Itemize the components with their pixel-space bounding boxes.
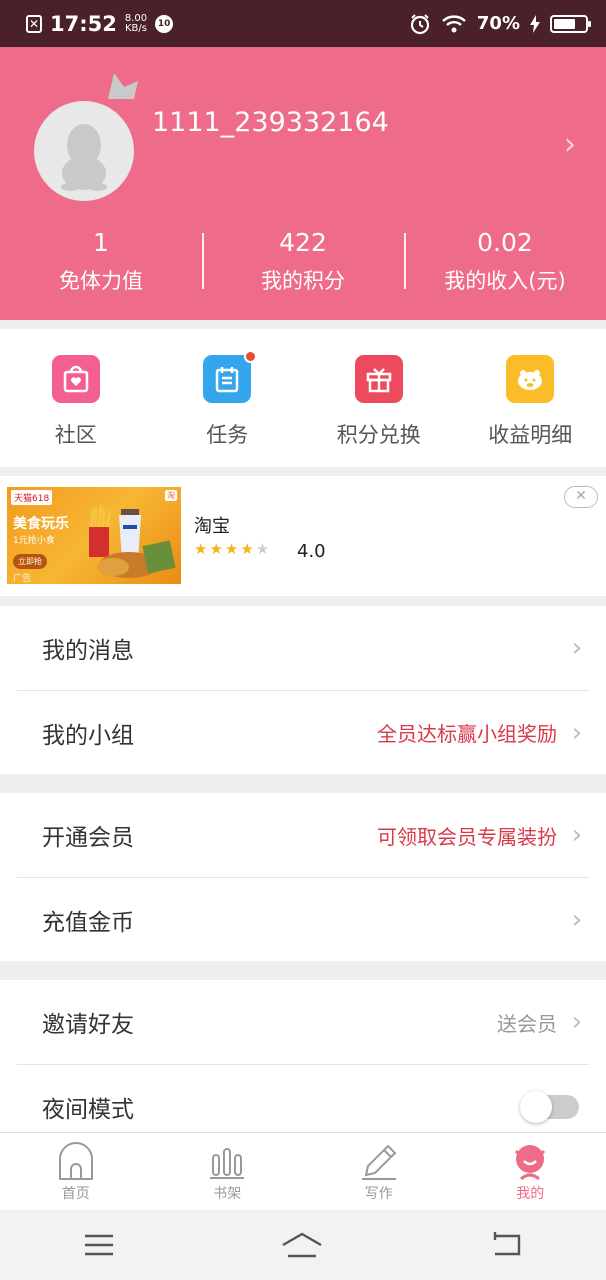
notification-badge: 10 <box>155 14 174 33</box>
grid-item-community[interactable]: 社区 <box>0 329 152 467</box>
stat-income[interactable]: 0.02 我的收入(元) <box>404 225 606 305</box>
tab-home[interactable]: 首页 <box>0 1133 152 1210</box>
username: 1111_239332164 <box>152 107 389 138</box>
heart-bag-icon <box>51 355 100 403</box>
chevron-right-icon: › <box>571 1007 583 1037</box>
no-sim-icon: ✕ <box>26 14 42 33</box>
menu-section-2: 开通会员 可领取会员专属装扮 › 充值金币 › <box>0 793 606 961</box>
menu-section-3: 邀请好友 送会员 › 夜间模式 <box>0 980 606 1132</box>
grid-item-earnings[interactable]: 收益明细 <box>455 329 606 467</box>
avatar[interactable] <box>34 101 134 201</box>
home-icon <box>58 1142 93 1180</box>
network-speed: 8.00 KB/s <box>124 12 148 34</box>
alarm-icon <box>410 13 430 34</box>
home-button-icon[interactable] <box>280 1231 324 1259</box>
gift-icon <box>354 355 403 403</box>
status-bar: ✕ 17:52 8.00 KB/s 10 70% <box>0 0 606 47</box>
stat-stamina[interactable]: 1 免体力值 <box>0 225 202 305</box>
clipboard-icon <box>203 350 258 403</box>
notification-dot <box>244 350 258 363</box>
chevron-right-icon: › <box>571 904 583 935</box>
menu-icon[interactable] <box>83 1233 115 1257</box>
bookshelf-icon <box>210 1148 245 1179</box>
profile-stats: 1 免体力值 422 我的积分 0.02 我的收入(元) <box>0 225 606 305</box>
ad-title: 淘宝 <box>194 516 230 537</box>
bottom-tab-bar: 首页 书架 写作 我的 <box>0 1132 606 1210</box>
profile-header[interactable]: 1111_239332164 › 1 免体力值 422 我的积分 0.02 我的… <box>0 47 606 320</box>
chevron-right-icon[interactable]: › <box>564 127 576 162</box>
ad-rating: 4.0 <box>297 541 326 562</box>
menu-item-recharge[interactable]: 充值金币 › <box>17 877 589 961</box>
charging-icon <box>530 14 540 33</box>
tab-write[interactable]: 写作 <box>303 1133 455 1210</box>
grid-item-points-exchange[interactable]: 积分兑换 <box>303 329 455 467</box>
system-nav-bar <box>0 1210 606 1280</box>
tab-mine[interactable]: 我的 <box>455 1133 606 1210</box>
menu-section-1: 我的消息 › 我的小组 全员达标赢小组奖励 › <box>0 606 606 774</box>
menu-item-invite[interactable]: 邀请好友 送会员 › <box>17 980 589 1064</box>
food-illustration <box>89 504 176 578</box>
wifi-icon <box>442 14 466 32</box>
night-mode-toggle[interactable] <box>520 1090 579 1123</box>
ad-banner[interactable]: 天猫618 淘 美食玩乐 1元抢小食 立即抢 广告 ✕ <box>0 476 606 596</box>
chevron-right-icon: › <box>571 820 583 850</box>
piggy-bank-icon <box>506 355 555 403</box>
ad-close-button[interactable]: ✕ <box>564 486 598 508</box>
tab-bookshelf[interactable]: 书架 <box>152 1133 304 1210</box>
crown-icon <box>108 73 138 99</box>
menu-item-messages[interactable]: 我的消息 › <box>17 606 589 690</box>
menu-item-night-mode: 夜间模式 <box>17 1064 589 1132</box>
ad-subtitle: 1元抢小食 <box>13 536 55 546</box>
stat-points[interactable]: 422 我的积分 <box>202 225 404 305</box>
ad-cta: 立即抢 <box>13 554 47 569</box>
quick-actions: 社区 任务 积分兑换 收益明细 <box>0 329 606 467</box>
ad-label: 广告 <box>13 574 32 584</box>
ad-brand: 天猫618 <box>11 490 53 505</box>
menu-item-my-group[interactable]: 我的小组 全员达标赢小组奖励 › <box>17 690 589 774</box>
ad-image[interactable]: 天猫618 淘 美食玩乐 1元抢小食 立即抢 广告 <box>7 487 181 584</box>
invite-reward-text: 送会员 <box>497 1011 557 1036</box>
status-time: 17:52 <box>50 11 117 36</box>
menu-item-membership[interactable]: 开通会员 可领取会员专属装扮 › <box>17 793 589 877</box>
chevron-right-icon: › <box>571 633 583 663</box>
battery-icon <box>550 14 591 33</box>
profile-icon <box>515 1145 546 1181</box>
back-icon[interactable] <box>489 1232 523 1258</box>
rating-stars: ★★★★★ <box>194 540 272 558</box>
penguin-icon <box>61 124 107 191</box>
chevron-right-icon: › <box>571 717 583 748</box>
ad-headline: 美食玩乐 <box>13 516 69 532</box>
group-promo-text: 全员达标赢小组奖励 <box>377 722 557 746</box>
battery-percent: 70% <box>476 13 520 34</box>
pencil-icon <box>361 1144 397 1180</box>
membership-promo-text: 可领取会员专属装扮 <box>377 824 557 849</box>
grid-item-tasks[interactable]: 任务 <box>152 329 304 467</box>
